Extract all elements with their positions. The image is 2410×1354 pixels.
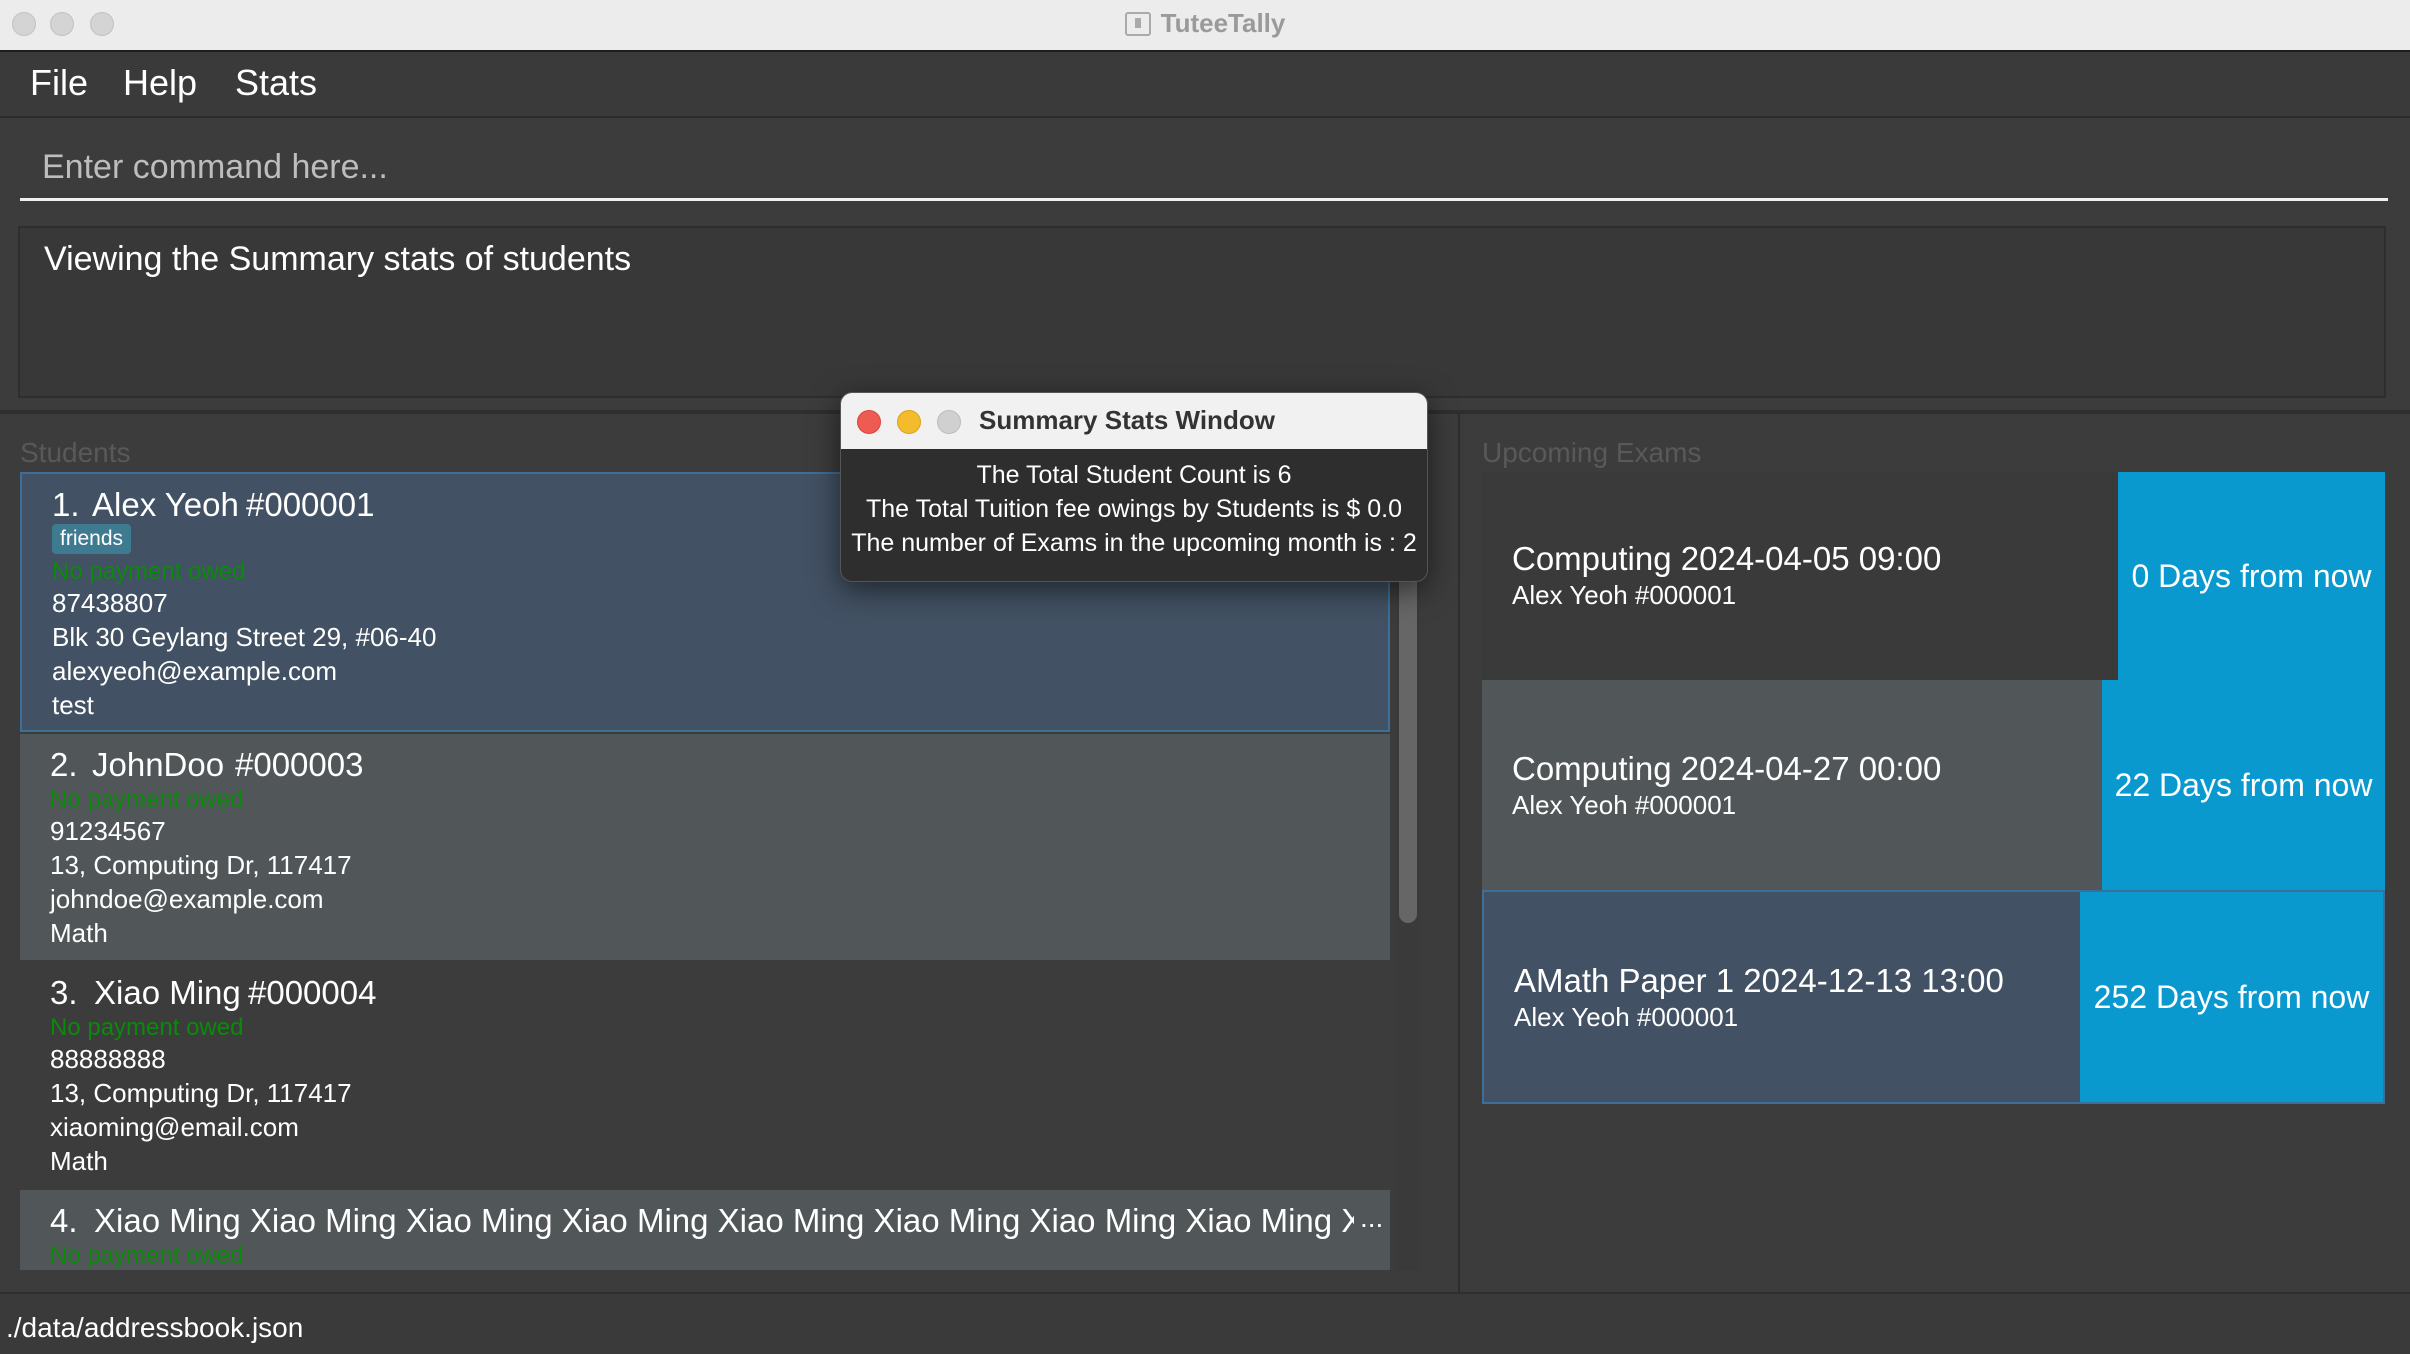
status-bar: ./data/addressbook.json (0, 1292, 2410, 1354)
student-phone: 87438807 (52, 588, 168, 618)
student-address: 13, Computing Dr, 117417 (50, 850, 352, 880)
exam-details: AMath Paper 1 2024-12-13 13:00 Alex Yeoh… (1484, 892, 2084, 1102)
student-address: 13, Computing Dr, 117417 (50, 1078, 352, 1108)
student-index: 1. (52, 486, 80, 523)
exam-count-text: The number of Exams in the upcoming mont… (851, 529, 1417, 557)
result-text: Viewing the Summary stats of students (44, 240, 632, 278)
student-id: #000004 (248, 974, 377, 1011)
exam-details: Computing 2024-04-05 09:00 Alex Yeoh #00… (1482, 472, 2118, 680)
student-phone: 88888888 (50, 1044, 166, 1074)
student-name: JohnDoo (92, 746, 225, 783)
exam-details: Computing 2024-04-27 00:00 Alex Yeoh #00… (1482, 680, 2102, 890)
menu-help[interactable]: Help (123, 62, 197, 104)
minimize-icon[interactable] (897, 410, 921, 434)
exam-title: AMath Paper 1 2024-12-13 13:00 (1514, 962, 2004, 999)
exam-title: Computing 2024-04-05 09:00 (1512, 540, 1942, 577)
exam-student: Alex Yeoh #000001 (1514, 1002, 1739, 1032)
student-id: #000003 (235, 746, 364, 783)
exam-student: Alex Yeoh #000001 (1512, 580, 1737, 610)
tuition-owings-text: The Total Tuition fee owings by Students… (866, 495, 1402, 523)
student-phone: 91234567 (50, 816, 166, 846)
payment-status: No payment owed (50, 786, 244, 813)
scrollbar-thumb[interactable] (1399, 568, 1417, 923)
student-count-text: The Total Student Count is 6 (976, 461, 1292, 489)
payment-status: No payment owed (50, 1014, 244, 1041)
student-email: xiaoming@email.com (50, 1112, 299, 1142)
result-display: Viewing the Summary stats of students (18, 226, 2386, 398)
student-address: Blk 30 Geylang Street 29, #06-40 (52, 622, 437, 652)
command-box (20, 136, 2388, 201)
exam-card[interactable]: AMath Paper 1 2024-12-13 13:00 Alex Yeoh… (1482, 890, 2385, 1104)
student-name: Xiao Ming (94, 974, 241, 1011)
exam-countdown: 252 Days from now (2080, 892, 2383, 1102)
exams-panel-title: Upcoming Exams (1482, 437, 1702, 468)
student-name: Xiao Ming Xiao Ming Xiao Ming Xiao Ming … (94, 1202, 1354, 1239)
student-index: 3. (50, 974, 78, 1011)
summary-stats-window: Summary Stats Window The Total Student C… (840, 392, 1428, 582)
student-subject: test (52, 690, 94, 720)
menu-file[interactable]: File (30, 62, 88, 104)
student-card[interactable]: 3. Xiao Ming #000004 No payment owed 888… (20, 962, 1390, 1188)
exam-countdown: 22 Days from now (2102, 680, 2385, 890)
window-title-text: TuteeTally (1160, 8, 1286, 38)
student-id: #000001 (246, 486, 375, 523)
title-bar: TuteeTally (0, 0, 2410, 52)
exam-student: Alex Yeoh #000001 (1512, 790, 1737, 820)
student-email: alexyeoh@example.com (52, 656, 338, 686)
student-index: 2. (50, 746, 78, 783)
menu-bar: File Help Stats (0, 52, 2410, 118)
name-ellipsis: ... (1360, 1202, 1384, 1233)
data-file-path: ./data/addressbook.json (6, 1312, 304, 1343)
command-input[interactable] (20, 136, 2388, 198)
student-card[interactable]: 2. JohnDoo #000003 No payment owed 91234… (20, 734, 1390, 960)
students-panel-title: Students (20, 437, 131, 468)
student-name: Alex Yeoh (92, 486, 239, 523)
payment-status: No payment owed (50, 1242, 244, 1269)
exam-title: Computing 2024-04-27 00:00 (1512, 750, 1942, 787)
exam-countdown: 0 Days from now (2118, 472, 2385, 680)
popup-title: Summary Stats Window (979, 405, 1275, 435)
exam-card[interactable]: Computing 2024-04-05 09:00 Alex Yeoh #00… (1482, 472, 2385, 680)
menu-stats[interactable]: Stats (235, 62, 317, 104)
popup-title-bar: Summary Stats Window (841, 393, 1427, 449)
close-icon[interactable] (857, 410, 881, 434)
student-tag: friends (52, 524, 132, 554)
app-icon (1124, 12, 1151, 36)
student-index: 4. (50, 1202, 78, 1239)
student-card[interactable]: 4. Xiao Ming Xiao Ming Xiao Ming Xiao Mi… (20, 1190, 1390, 1270)
exam-card[interactable]: Computing 2024-04-27 00:00 Alex Yeoh #00… (1482, 680, 2385, 890)
zoom-icon[interactable] (937, 410, 961, 434)
student-subject: Math (50, 918, 108, 948)
student-email: johndoe@example.com (50, 884, 324, 914)
student-subject: Math (50, 1146, 108, 1176)
payment-status: No payment owed (52, 558, 246, 585)
window-title: TuteeTally (0, 8, 2410, 39)
